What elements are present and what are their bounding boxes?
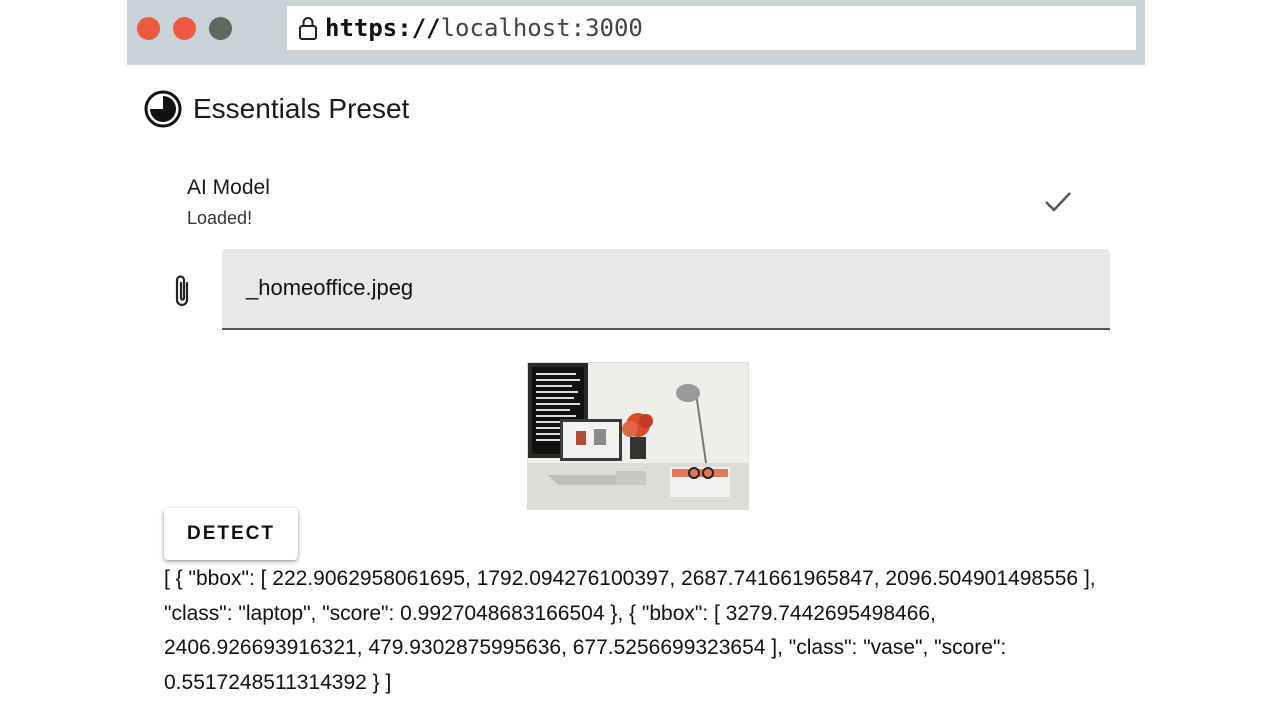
logo-icon xyxy=(144,90,182,128)
lock-icon xyxy=(299,17,317,40)
app-title: Essentials Preset xyxy=(193,93,410,124)
file-input-value: _homeoffice.jpeg xyxy=(246,275,414,300)
window-maximize-button[interactable] xyxy=(209,17,232,40)
url-text: https://localhost:3000 xyxy=(325,14,643,42)
url-host: localhost:3000 xyxy=(440,14,643,42)
model-status-item: AI Model Loaded! xyxy=(187,176,1087,236)
address-bar[interactable]: https://localhost:3000 xyxy=(287,6,1136,50)
browser-toolbar: https://localhost:3000 xyxy=(127,0,1145,65)
preview-image xyxy=(527,362,749,510)
model-title: AI Model xyxy=(187,176,270,199)
detection-results-text: [ { "bbox": [ 222.9062958061695, 1792.09… xyxy=(164,567,1096,694)
window-close-button[interactable] xyxy=(137,17,160,40)
window-minimize-button[interactable] xyxy=(173,17,196,40)
attachment-icon[interactable] xyxy=(168,272,196,310)
home-office-photo xyxy=(528,363,748,509)
url-scheme: https:// xyxy=(325,14,441,42)
check-icon xyxy=(1045,192,1071,212)
app-header: Essentials Preset xyxy=(144,90,409,128)
file-input[interactable]: _homeoffice.jpeg xyxy=(222,249,1110,330)
detect-button[interactable]: DETECT xyxy=(164,508,298,560)
model-status: Loaded! xyxy=(187,208,253,228)
